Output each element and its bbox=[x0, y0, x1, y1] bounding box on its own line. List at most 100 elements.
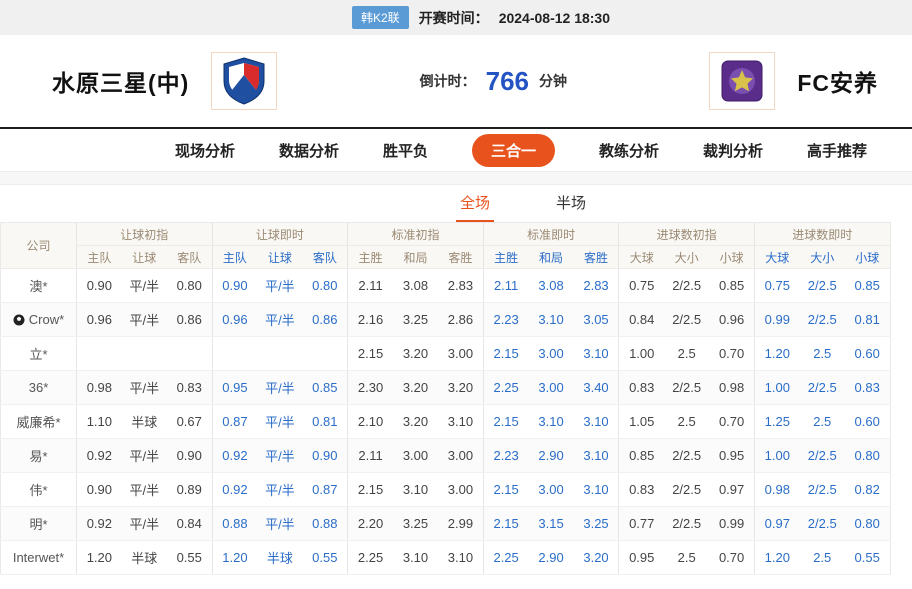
odds-cell bbox=[302, 337, 347, 371]
odds-cell: 0.80 bbox=[167, 269, 212, 303]
odds-cell: 0.81 bbox=[302, 405, 347, 439]
nav-item-7[interactable]: 高手推荐 bbox=[807, 140, 867, 161]
match-header: 水原三星(中) 倒计时： 766 分钟 bbox=[0, 35, 912, 127]
odds-cell: 平/半 bbox=[257, 303, 302, 337]
company-cell[interactable]: 易* bbox=[1, 439, 77, 473]
odds-cell: 2.25 bbox=[483, 371, 528, 405]
odds-row: 伟*0.90平/半0.890.92平/半0.872.153.103.002.15… bbox=[1, 473, 891, 507]
odds-cell: 3.00 bbox=[438, 473, 483, 507]
odds-cell: 0.80 bbox=[845, 507, 890, 541]
odds-cell: 0.96 bbox=[709, 303, 754, 337]
odds-cell: 0.89 bbox=[167, 473, 212, 507]
odds-cell: 平/半 bbox=[257, 371, 302, 405]
group-header: 标准即时 bbox=[483, 223, 619, 246]
odds-cell: 3.25 bbox=[393, 507, 438, 541]
odds-cell: 2.5 bbox=[664, 541, 709, 575]
company-cell[interactable]: Crow* bbox=[1, 303, 77, 337]
group-header: 标准初指 bbox=[348, 223, 484, 246]
odds-cell: 0.80 bbox=[302, 269, 347, 303]
home-team-name: 水原三星(中) bbox=[52, 64, 189, 98]
company-cell[interactable]: Interwet* bbox=[1, 541, 77, 575]
odds-cell: 2.90 bbox=[528, 439, 573, 473]
odds-cell: 平/半 bbox=[257, 473, 302, 507]
nav-item-5[interactable]: 教练分析 bbox=[599, 140, 659, 161]
odds-cell: 0.60 bbox=[845, 337, 890, 371]
nav-item-4[interactable]: 三合一 bbox=[472, 134, 555, 167]
odds-cell: 平/半 bbox=[257, 439, 302, 473]
tab-half-match[interactable]: 半场 bbox=[552, 186, 590, 222]
odds-cell: 0.96 bbox=[212, 303, 257, 337]
odds-cell: 1.20 bbox=[754, 337, 799, 371]
sub-header: 和局 bbox=[393, 246, 438, 269]
odds-cell: 2.11 bbox=[348, 439, 393, 473]
nav-item-6[interactable]: 裁判分析 bbox=[703, 140, 763, 161]
odds-cell: 0.55 bbox=[302, 541, 347, 575]
odds-cell: 0.86 bbox=[167, 303, 212, 337]
odds-row: 立*2.153.203.002.153.003.101.002.50.701.2… bbox=[1, 337, 891, 371]
odds-cell: 0.70 bbox=[709, 541, 754, 575]
odds-cell: 0.90 bbox=[212, 269, 257, 303]
company-cell[interactable]: 伟* bbox=[1, 473, 77, 507]
sub-header: 客队 bbox=[167, 246, 212, 269]
odds-cell: 0.84 bbox=[619, 303, 664, 337]
odds-cell: 3.08 bbox=[528, 269, 573, 303]
odds-cell: 0.90 bbox=[77, 269, 122, 303]
nav-item-2[interactable]: 数据分析 bbox=[279, 140, 339, 161]
away-team: FC安养 bbox=[709, 52, 878, 110]
kickoff-label: 开赛时间： bbox=[419, 8, 489, 28]
sub-header: 大球 bbox=[754, 246, 799, 269]
odds-cell: 3.10 bbox=[393, 541, 438, 575]
odds-cell: 平/半 bbox=[122, 439, 167, 473]
odds-cell: 3.00 bbox=[528, 337, 573, 371]
odds-cell: 0.83 bbox=[619, 473, 664, 507]
odds-cell: 2.15 bbox=[348, 337, 393, 371]
odds-cell: 1.20 bbox=[212, 541, 257, 575]
odds-row: 明*0.92平/半0.840.88平/半0.882.203.252.992.15… bbox=[1, 507, 891, 541]
sub-header: 主胜 bbox=[483, 246, 528, 269]
company-column-header: 公司 bbox=[1, 223, 77, 269]
odds-cell: 0.90 bbox=[77, 473, 122, 507]
company-cell[interactable]: 明* bbox=[1, 507, 77, 541]
odds-cell: 2.99 bbox=[438, 507, 483, 541]
odds-cell: 半球 bbox=[257, 541, 302, 575]
company-cell[interactable]: 立* bbox=[1, 337, 77, 371]
odds-cell: 2/2.5 bbox=[664, 439, 709, 473]
odds-cell: 0.86 bbox=[302, 303, 347, 337]
odds-cell: 2.11 bbox=[483, 269, 528, 303]
odds-cell: 0.98 bbox=[77, 371, 122, 405]
countdown-value: 766 bbox=[486, 66, 529, 97]
odds-cell: 2.90 bbox=[528, 541, 573, 575]
odds-cell: 1.20 bbox=[77, 541, 122, 575]
company-cell[interactable]: 澳* bbox=[1, 269, 77, 303]
odds-cell: 0.90 bbox=[302, 439, 347, 473]
odds-cell: 0.97 bbox=[709, 473, 754, 507]
odds-cell: 3.10 bbox=[574, 337, 619, 371]
odds-cell: 平/半 bbox=[122, 371, 167, 405]
odds-cell: 0.67 bbox=[167, 405, 212, 439]
company-cell[interactable]: 36* bbox=[1, 371, 77, 405]
league-badge[interactable]: 韩K2联 bbox=[352, 6, 409, 29]
odds-cell bbox=[122, 337, 167, 371]
odds-cell: 2.86 bbox=[438, 303, 483, 337]
odds-cell: 0.92 bbox=[77, 507, 122, 541]
odds-cell: 2/2.5 bbox=[800, 371, 845, 405]
odds-cell: 2.25 bbox=[483, 541, 528, 575]
nav-item-1[interactable]: 现场分析 bbox=[175, 140, 235, 161]
away-team-logo-icon bbox=[719, 58, 765, 104]
tab-full-match[interactable]: 全场 bbox=[456, 186, 494, 222]
company-cell[interactable]: 威廉希* bbox=[1, 405, 77, 439]
odds-cell: 2.5 bbox=[664, 405, 709, 439]
odds-cell: 0.83 bbox=[167, 371, 212, 405]
nav-item-3[interactable]: 胜平负 bbox=[383, 140, 428, 161]
odds-cell: 0.92 bbox=[212, 439, 257, 473]
kickoff-time: 2024-08-12 18:30 bbox=[499, 10, 610, 26]
group-header: 进球数初指 bbox=[619, 223, 755, 246]
odds-cell: 半球 bbox=[122, 541, 167, 575]
odds-cell: 0.55 bbox=[845, 541, 890, 575]
odds-cell: 2/2.5 bbox=[800, 507, 845, 541]
odds-cell: 平/半 bbox=[257, 507, 302, 541]
odds-table-head: 公司让球初指让球即时标准初指标准即时进球数初指进球数即时主队让球客队主队让球客队… bbox=[1, 223, 891, 269]
odds-cell: 3.00 bbox=[528, 473, 573, 507]
sub-header: 让球 bbox=[257, 246, 302, 269]
odds-cell: 2/2.5 bbox=[664, 303, 709, 337]
